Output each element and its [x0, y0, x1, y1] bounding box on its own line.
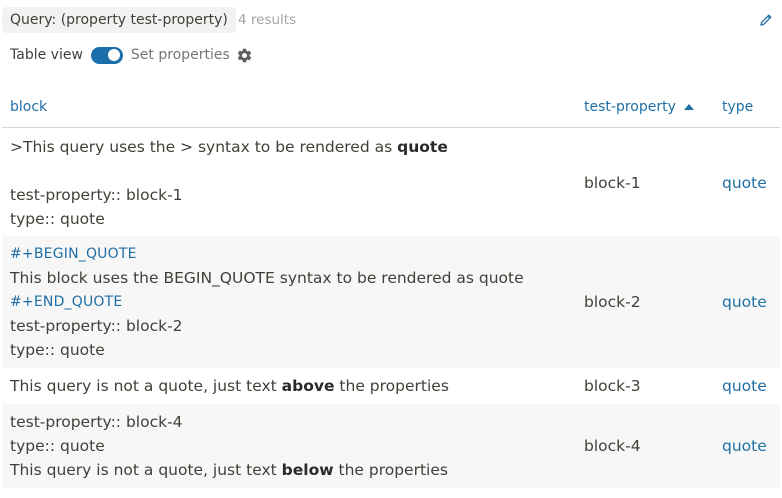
- test-property-cell: block-3: [576, 368, 714, 404]
- query-results-table: block test-property type >This query use…: [2, 86, 780, 488]
- type-cell: quote: [714, 236, 780, 368]
- query-title[interactable]: Query: (property test-property): [2, 7, 236, 33]
- block-quote-line: >This query uses the > syntax to be rend…: [10, 135, 576, 159]
- toggle-knob: [107, 49, 120, 61]
- block-text-line: This block uses the BEGIN_QUOTE syntax t…: [10, 269, 524, 287]
- text-segment: the properties: [334, 377, 449, 395]
- block-cell[interactable]: test-property:: block-4 type:: quote Thi…: [2, 404, 576, 488]
- quote-bold: quote: [397, 138, 448, 156]
- table-row: >This query uses the > syntax to be rend…: [2, 128, 780, 237]
- column-label: test-property: [584, 98, 676, 115]
- type-cell: quote: [714, 368, 780, 404]
- pencil-icon[interactable]: [758, 12, 774, 28]
- test-property-value: block-4: [584, 437, 641, 455]
- column-header-block[interactable]: block: [2, 86, 576, 128]
- property-line: test-property:: block-1: [10, 186, 183, 204]
- table-view-toggle[interactable]: [90, 46, 123, 64]
- test-property-value: block-2: [584, 293, 641, 311]
- type-link[interactable]: quote: [722, 437, 767, 455]
- set-properties-label[interactable]: Set properties: [131, 47, 230, 63]
- type-cell: quote: [714, 128, 780, 237]
- table-row: #+BEGIN_QUOTE This block uses the BEGIN_…: [2, 236, 780, 368]
- column-header-test-property[interactable]: test-property: [576, 86, 714, 128]
- query-results-panel: Query: (property test-property) 4 result…: [0, 0, 782, 498]
- column-label: block: [10, 98, 48, 115]
- block-text-line: This query is not a quote, just text bel…: [10, 458, 576, 482]
- query-header: Query: (property test-property) 4 result…: [2, 7, 782, 33]
- column-label: type: [722, 98, 754, 115]
- test-property-cell: block-2: [576, 236, 714, 368]
- table-row: test-property:: block-4 type:: quote Thi…: [2, 404, 780, 488]
- test-property-cell: block-1: [576, 128, 714, 237]
- test-property-value: block-3: [584, 377, 641, 395]
- text-segment: the properties: [333, 461, 448, 479]
- test-property-value: block-1: [584, 174, 641, 192]
- block-text-line: This query is not a quote, just text abo…: [10, 374, 576, 398]
- block-cell[interactable]: >This query uses the > syntax to be rend…: [2, 128, 576, 237]
- property-line: test-property:: block-4: [10, 413, 183, 431]
- type-link[interactable]: quote: [722, 174, 767, 192]
- column-header-type[interactable]: type: [714, 86, 780, 128]
- type-line: type:: quote: [10, 210, 105, 228]
- gear-icon[interactable]: [236, 47, 253, 64]
- sort-ascending-icon: [683, 103, 694, 110]
- type-link[interactable]: quote: [722, 293, 767, 311]
- property-line: test-property:: block-2: [10, 317, 183, 335]
- type-cell: quote: [714, 404, 780, 488]
- results-count: 4 results: [238, 12, 297, 28]
- text-segment: This query is not a quote, just text: [10, 377, 282, 395]
- quote-text: >This query uses the > syntax to be rend…: [10, 138, 398, 156]
- text-bold: below: [281, 461, 334, 479]
- type-line: type:: quote: [10, 437, 105, 455]
- table-view-label: Table view: [10, 47, 83, 63]
- table-header-row: block test-property type: [2, 86, 780, 128]
- type-link[interactable]: quote: [722, 377, 767, 395]
- text-segment: This query is not a quote, just text: [10, 461, 282, 479]
- block-cell[interactable]: #+BEGIN_QUOTE This block uses the BEGIN_…: [2, 236, 576, 368]
- test-property-cell: block-4: [576, 404, 714, 488]
- block-cell[interactable]: This query is not a quote, just text abo…: [2, 368, 576, 404]
- table-row: This query is not a quote, just text abo…: [2, 368, 780, 404]
- begin-quote-marker: #+BEGIN_QUOTE: [10, 246, 137, 262]
- end-quote-marker: #+END_QUOTE: [10, 294, 123, 310]
- query-toolbar: Table view Set properties: [10, 44, 253, 66]
- text-bold: above: [281, 377, 335, 395]
- type-line: type:: quote: [10, 341, 105, 359]
